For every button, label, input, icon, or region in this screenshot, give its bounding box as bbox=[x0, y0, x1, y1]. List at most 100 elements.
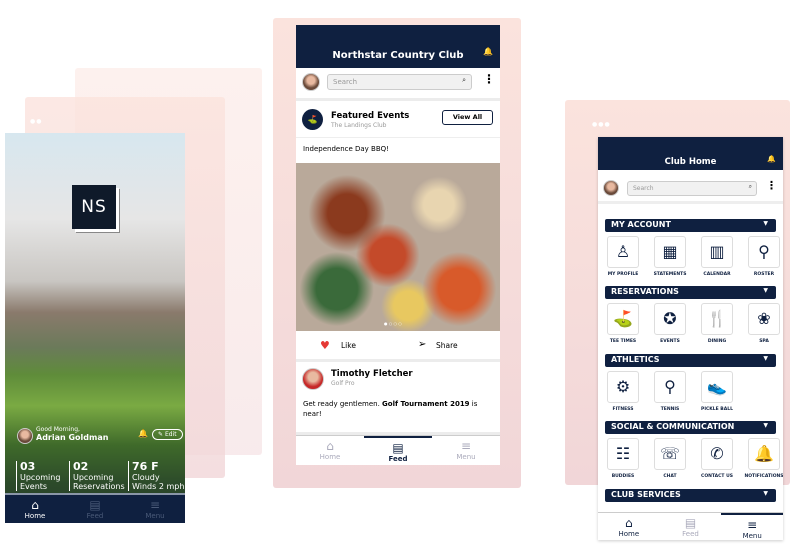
like-button[interactable]: Like bbox=[341, 341, 356, 350]
nav-menu[interactable]: ≡ Menu bbox=[432, 436, 500, 465]
tile-contact-us[interactable]: ✆ bbox=[701, 438, 733, 470]
tile-label: BUDDIES bbox=[611, 474, 635, 479]
section-title: SOCIAL & COMMUNICATION bbox=[611, 422, 735, 431]
tile-roster[interactable]: ⚲ bbox=[748, 236, 780, 268]
tile-fitness[interactable]: ⚙ bbox=[607, 371, 639, 403]
section-header[interactable]: ATHLETICS ▼ bbox=[605, 354, 776, 367]
screen-title: Club Home bbox=[664, 157, 717, 167]
nav-home[interactable]: ⌂ Home bbox=[296, 436, 364, 465]
avatar[interactable] bbox=[603, 180, 619, 196]
feed-icon: ▤ bbox=[392, 441, 404, 455]
shoe-icon: 👟 bbox=[707, 377, 727, 396]
nav-home[interactable]: ⌂ Home bbox=[598, 513, 660, 540]
stat-weather: 76 F Cloudy Winds 2 mph bbox=[128, 461, 184, 491]
view-all-button[interactable]: View All bbox=[442, 110, 493, 125]
bottom-nav: ⌂ Home ▤ Feed ≡ Menu bbox=[5, 493, 185, 523]
tile-label: TENNIS bbox=[660, 407, 680, 412]
welcome-screen: NS Good Morning, Adrian Goldman 🔔 ✎ Edit… bbox=[5, 133, 185, 523]
tile-chat[interactable]: ☏ bbox=[654, 438, 686, 470]
search-icon: ⌕ bbox=[748, 183, 752, 190]
statements-icon: ▦ bbox=[662, 242, 678, 261]
nav-feed[interactable]: ▤ Feed bbox=[364, 436, 432, 465]
tile-label: ROSTER bbox=[753, 272, 775, 277]
share-icon[interactable]: ➢ bbox=[418, 339, 426, 350]
club-icon: ⛳ bbox=[302, 109, 323, 130]
club-home-screen: Club Home 🔔 Search ⌕ ⋮ MY ACCOUNT ▼ ♙ MY PRO… bbox=[598, 137, 783, 540]
tile-statements[interactable]: ▦ bbox=[654, 236, 686, 268]
search-icon: ⌕ bbox=[462, 76, 466, 84]
chevron-down-icon: ▼ bbox=[763, 355, 768, 362]
edit-button[interactable]: ✎ Edit bbox=[152, 429, 183, 440]
bell-icon[interactable]: 🔔 bbox=[483, 47, 493, 56]
tile-notifications[interactable]: 🔔 bbox=[748, 438, 780, 470]
events-icon: ✪ bbox=[663, 309, 677, 328]
greeting: Good Morning, bbox=[36, 426, 80, 433]
tile-calendar[interactable]: ▥ bbox=[701, 236, 733, 268]
nav-menu[interactable]: ≡ Menu bbox=[125, 495, 185, 523]
window-dots: ●●● bbox=[592, 121, 611, 128]
post-text: Independence Day BBQ! bbox=[303, 145, 389, 153]
nav-feed[interactable]: ▤ Feed bbox=[660, 513, 722, 540]
section-title: CLUB SERVICES bbox=[611, 490, 681, 499]
section-header[interactable]: SOCIAL & COMMUNICATION ▼ bbox=[605, 421, 776, 434]
share-button[interactable]: Share bbox=[436, 341, 458, 350]
tile-buddies[interactable]: ☷ bbox=[607, 438, 639, 470]
search-input[interactable]: Search ⌕ bbox=[327, 74, 472, 90]
tile-label: MY PROFILE bbox=[607, 272, 639, 277]
more-menu-icon[interactable]: ⋮ bbox=[483, 72, 495, 86]
search-input[interactable]: Search ⌕ bbox=[627, 181, 757, 196]
stat-reservations: 02 Upcoming Reservations bbox=[69, 461, 125, 491]
section-header[interactable]: CLUB SERVICES ▼ bbox=[605, 489, 776, 502]
tile-tennis[interactable]: ⚲ bbox=[654, 371, 686, 403]
post-role: Golf Pro bbox=[331, 380, 355, 387]
bell-icon[interactable]: 🔔 bbox=[767, 155, 776, 163]
user-name: Adrian Goldman bbox=[36, 433, 109, 442]
heart-icon[interactable]: ♥ bbox=[320, 339, 330, 352]
tile-dining[interactable]: 🍴 bbox=[701, 303, 733, 335]
bike-icon: ⚙ bbox=[615, 377, 631, 396]
tile-label: PICKLE BALL bbox=[701, 407, 733, 412]
section-header[interactable]: RESERVATIONS ▼ bbox=[605, 286, 776, 299]
event-photo[interactable] bbox=[296, 163, 500, 331]
lotus-icon: ❀ bbox=[757, 309, 771, 328]
chevron-down-icon: ▼ bbox=[763, 220, 768, 227]
menu-icon: ≡ bbox=[460, 439, 472, 453]
avatar[interactable] bbox=[302, 73, 320, 91]
nav-menu[interactable]: ≡ Menu bbox=[721, 513, 783, 540]
tile-label: DINING bbox=[707, 339, 727, 344]
tile-my-profile[interactable]: ♙ bbox=[607, 236, 639, 268]
tile-label: CHAT bbox=[663, 474, 677, 479]
chevron-down-icon: ▼ bbox=[763, 490, 768, 497]
feed-icon: ▤ bbox=[684, 516, 697, 530]
section-title: ATHLETICS bbox=[611, 355, 660, 364]
tile-tee-times[interactable]: ⛳ bbox=[607, 303, 639, 335]
bottom-nav: ⌂ Home ▤ Feed ≡ Menu bbox=[598, 512, 783, 540]
home-icon: ⌂ bbox=[625, 516, 633, 530]
carousel-dots[interactable]: ● ○ ○ ○ bbox=[384, 321, 402, 326]
tile-pickle-ball[interactable]: 👟 bbox=[701, 371, 733, 403]
tile-label: CONTACT US bbox=[701, 474, 733, 479]
golfer-icon: ⛳ bbox=[613, 309, 633, 328]
edit-label: Edit bbox=[164, 431, 177, 438]
chevron-down-icon: ▼ bbox=[763, 287, 768, 294]
avatar[interactable] bbox=[302, 368, 324, 390]
bell-icon[interactable]: 🔔 bbox=[138, 429, 148, 438]
nav-home[interactable]: ⌂ Home bbox=[5, 495, 65, 523]
tile-spa[interactable]: ❀ bbox=[748, 303, 780, 335]
calendar-icon: ▥ bbox=[709, 242, 725, 261]
roster-icon: ⚲ bbox=[758, 242, 770, 261]
card-subtitle: The Landings Club bbox=[331, 122, 387, 129]
bell-icon: 🔔 bbox=[754, 444, 774, 463]
section-header[interactable]: MY ACCOUNT ▼ bbox=[605, 219, 776, 232]
nav-feed[interactable]: ▤ Feed bbox=[65, 495, 125, 523]
tile-events[interactable]: ✪ bbox=[654, 303, 686, 335]
avatar[interactable] bbox=[17, 428, 33, 444]
tile-label: CALENDAR bbox=[703, 272, 731, 277]
tile-label: STATEMENTS bbox=[653, 272, 687, 277]
menu-icon: ≡ bbox=[747, 518, 758, 532]
feed-screen: Northstar Country Club 🔔 Search ⌕ ⋮ ⛳ Fea… bbox=[296, 25, 500, 465]
profile-icon: ♙ bbox=[615, 242, 631, 261]
menu-icon: ≡ bbox=[149, 498, 161, 512]
club-logo: NS bbox=[72, 185, 116, 229]
more-menu-icon[interactable]: ⋮ bbox=[766, 179, 777, 192]
